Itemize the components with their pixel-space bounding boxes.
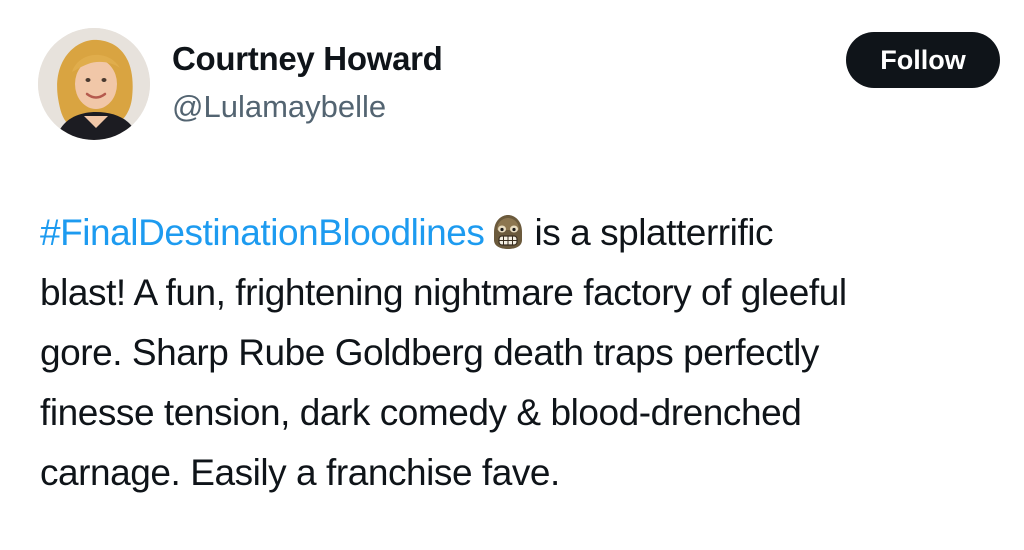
tweet-line-1: #FinalDestinationBloodlines is a splatte… <box>40 203 1020 263</box>
skull-face-icon <box>488 210 528 250</box>
follow-button[interactable]: Follow <box>846 32 1000 88</box>
tweet-line-4: finesse tension, dark comedy & blood-dre… <box>40 392 802 433</box>
avatar[interactable] <box>38 28 150 140</box>
tweet-card: Courtney Howard @Lulamaybelle Follow #Fi… <box>0 0 1024 550</box>
author-name[interactable]: Courtney Howard <box>172 40 443 78</box>
hashtag-link[interactable]: #FinalDestinationBloodlines <box>40 212 485 253</box>
tweet-line-3: gore. Sharp Rube Goldberg death traps pe… <box>40 332 819 373</box>
author-handle[interactable]: @Lulamaybelle <box>172 89 386 125</box>
tweet-text-segment: is a splatterrific <box>534 212 774 253</box>
profile-photo-icon <box>38 28 150 140</box>
tweet-line-2: blast! A fun, frightening nightmare fact… <box>40 272 847 313</box>
tweet-line-5: carnage. Easily a franchise fave. <box>40 452 560 493</box>
tweet-text: #FinalDestinationBloodlines is a splatte… <box>40 203 1020 503</box>
